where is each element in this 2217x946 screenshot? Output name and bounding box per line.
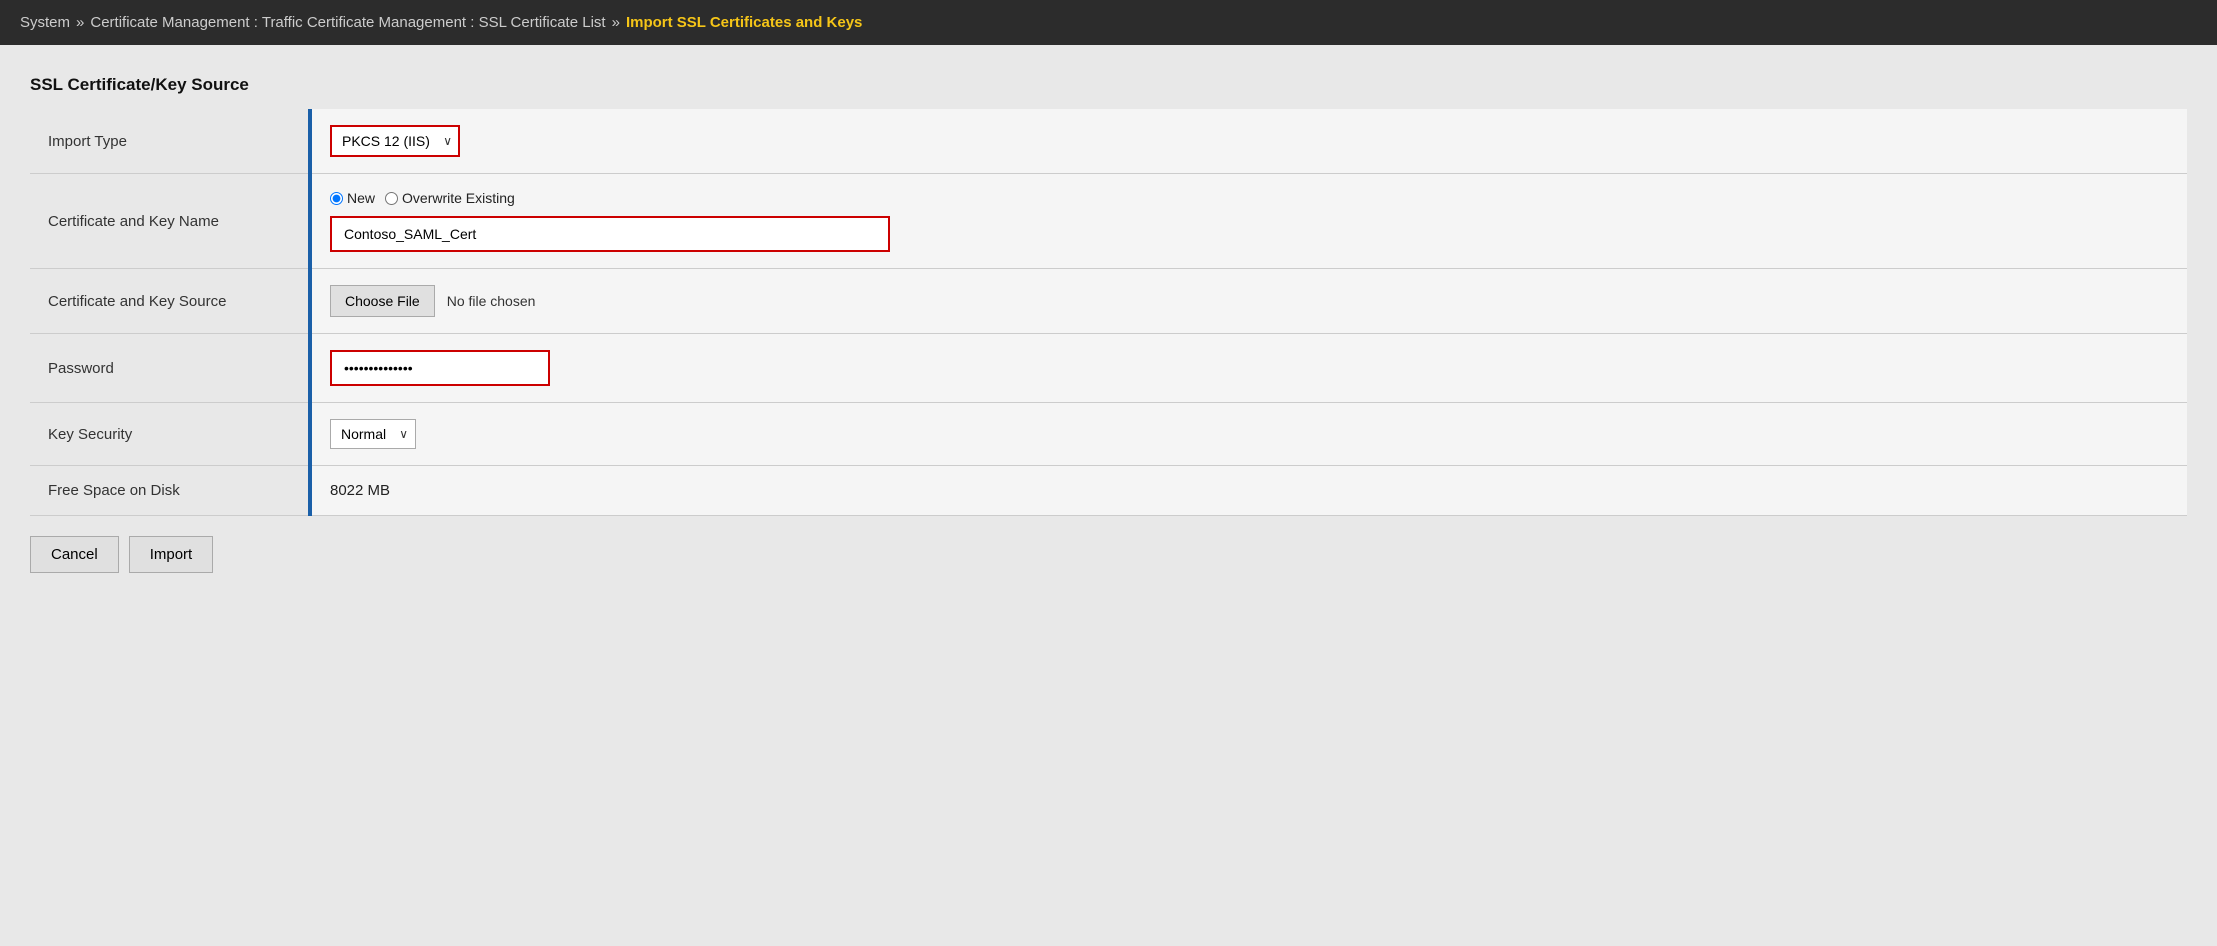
no-file-text: No file chosen <box>447 293 536 309</box>
radio-overwrite-text: Overwrite Existing <box>402 190 515 206</box>
import-type-label: Import Type <box>30 109 310 174</box>
key-security-select-wrapper[interactable]: Normal High FIPS <box>330 419 416 449</box>
import-type-value-cell: PKCS 12 (IIS) PEM PKCS7 DER <box>310 109 2187 174</box>
breadcrumb-active: Import SSL Certificates and Keys <box>626 14 862 31</box>
import-type-select-wrapper[interactable]: PKCS 12 (IIS) PEM PKCS7 DER <box>330 125 460 157</box>
radio-overwrite[interactable] <box>385 192 398 205</box>
breadcrumb-sep2: » <box>612 14 620 31</box>
breadcrumb-bar: System » Certificate Management : Traffi… <box>0 0 2217 45</box>
free-space-row: Free Space on Disk 8022 MB <box>30 466 2187 516</box>
radio-new-text: New <box>347 190 375 206</box>
section-title: SSL Certificate/Key Source <box>30 75 2187 95</box>
radio-group: New Overwrite Existing <box>330 190 2169 206</box>
cancel-button[interactable]: Cancel <box>30 536 119 573</box>
cert-key-name-row: Certificate and Key Name New Overwrite E… <box>30 174 2187 269</box>
password-row: Password <box>30 334 2187 403</box>
breadcrumb-sep1: » <box>76 14 84 31</box>
footer-buttons: Cancel Import <box>30 536 2187 573</box>
radio-new-label[interactable]: New <box>330 190 375 206</box>
password-label: Password <box>30 334 310 403</box>
cert-key-source-value-cell: Choose File No file chosen <box>310 269 2187 334</box>
cert-key-source-row: Certificate and Key Source Choose File N… <box>30 269 2187 334</box>
password-input[interactable] <box>330 350 550 386</box>
free-space-label: Free Space on Disk <box>30 466 310 516</box>
key-security-value-cell: Normal High FIPS <box>310 403 2187 466</box>
main-content: SSL Certificate/Key Source Import Type P… <box>0 45 2217 593</box>
cert-key-source-label: Certificate and Key Source <box>30 269 310 334</box>
cert-key-name-value-cell: New Overwrite Existing <box>310 174 2187 269</box>
cert-key-name-input[interactable] <box>330 216 890 252</box>
free-space-value: 8022 MB <box>330 482 390 499</box>
key-security-label: Key Security <box>30 403 310 466</box>
choose-file-button[interactable]: Choose File <box>330 285 435 317</box>
import-button[interactable]: Import <box>129 536 214 573</box>
breadcrumb-system: System <box>20 14 70 31</box>
free-space-value-cell: 8022 MB <box>310 466 2187 516</box>
radio-overwrite-label[interactable]: Overwrite Existing <box>385 190 515 206</box>
key-security-select[interactable]: Normal High FIPS <box>330 419 416 449</box>
import-type-select[interactable]: PKCS 12 (IIS) PEM PKCS7 DER <box>330 125 460 157</box>
cert-key-name-label: Certificate and Key Name <box>30 174 310 269</box>
key-security-row: Key Security Normal High FIPS <box>30 403 2187 466</box>
file-input-row: Choose File No file chosen <box>330 285 2169 317</box>
radio-new[interactable] <box>330 192 343 205</box>
breadcrumb-cert-mgmt: Certificate Management : Traffic Certifi… <box>90 14 605 31</box>
form-table: Import Type PKCS 12 (IIS) PEM PKCS7 DER … <box>30 109 2187 516</box>
import-type-row: Import Type PKCS 12 (IIS) PEM PKCS7 DER <box>30 109 2187 174</box>
password-value-cell <box>310 334 2187 403</box>
